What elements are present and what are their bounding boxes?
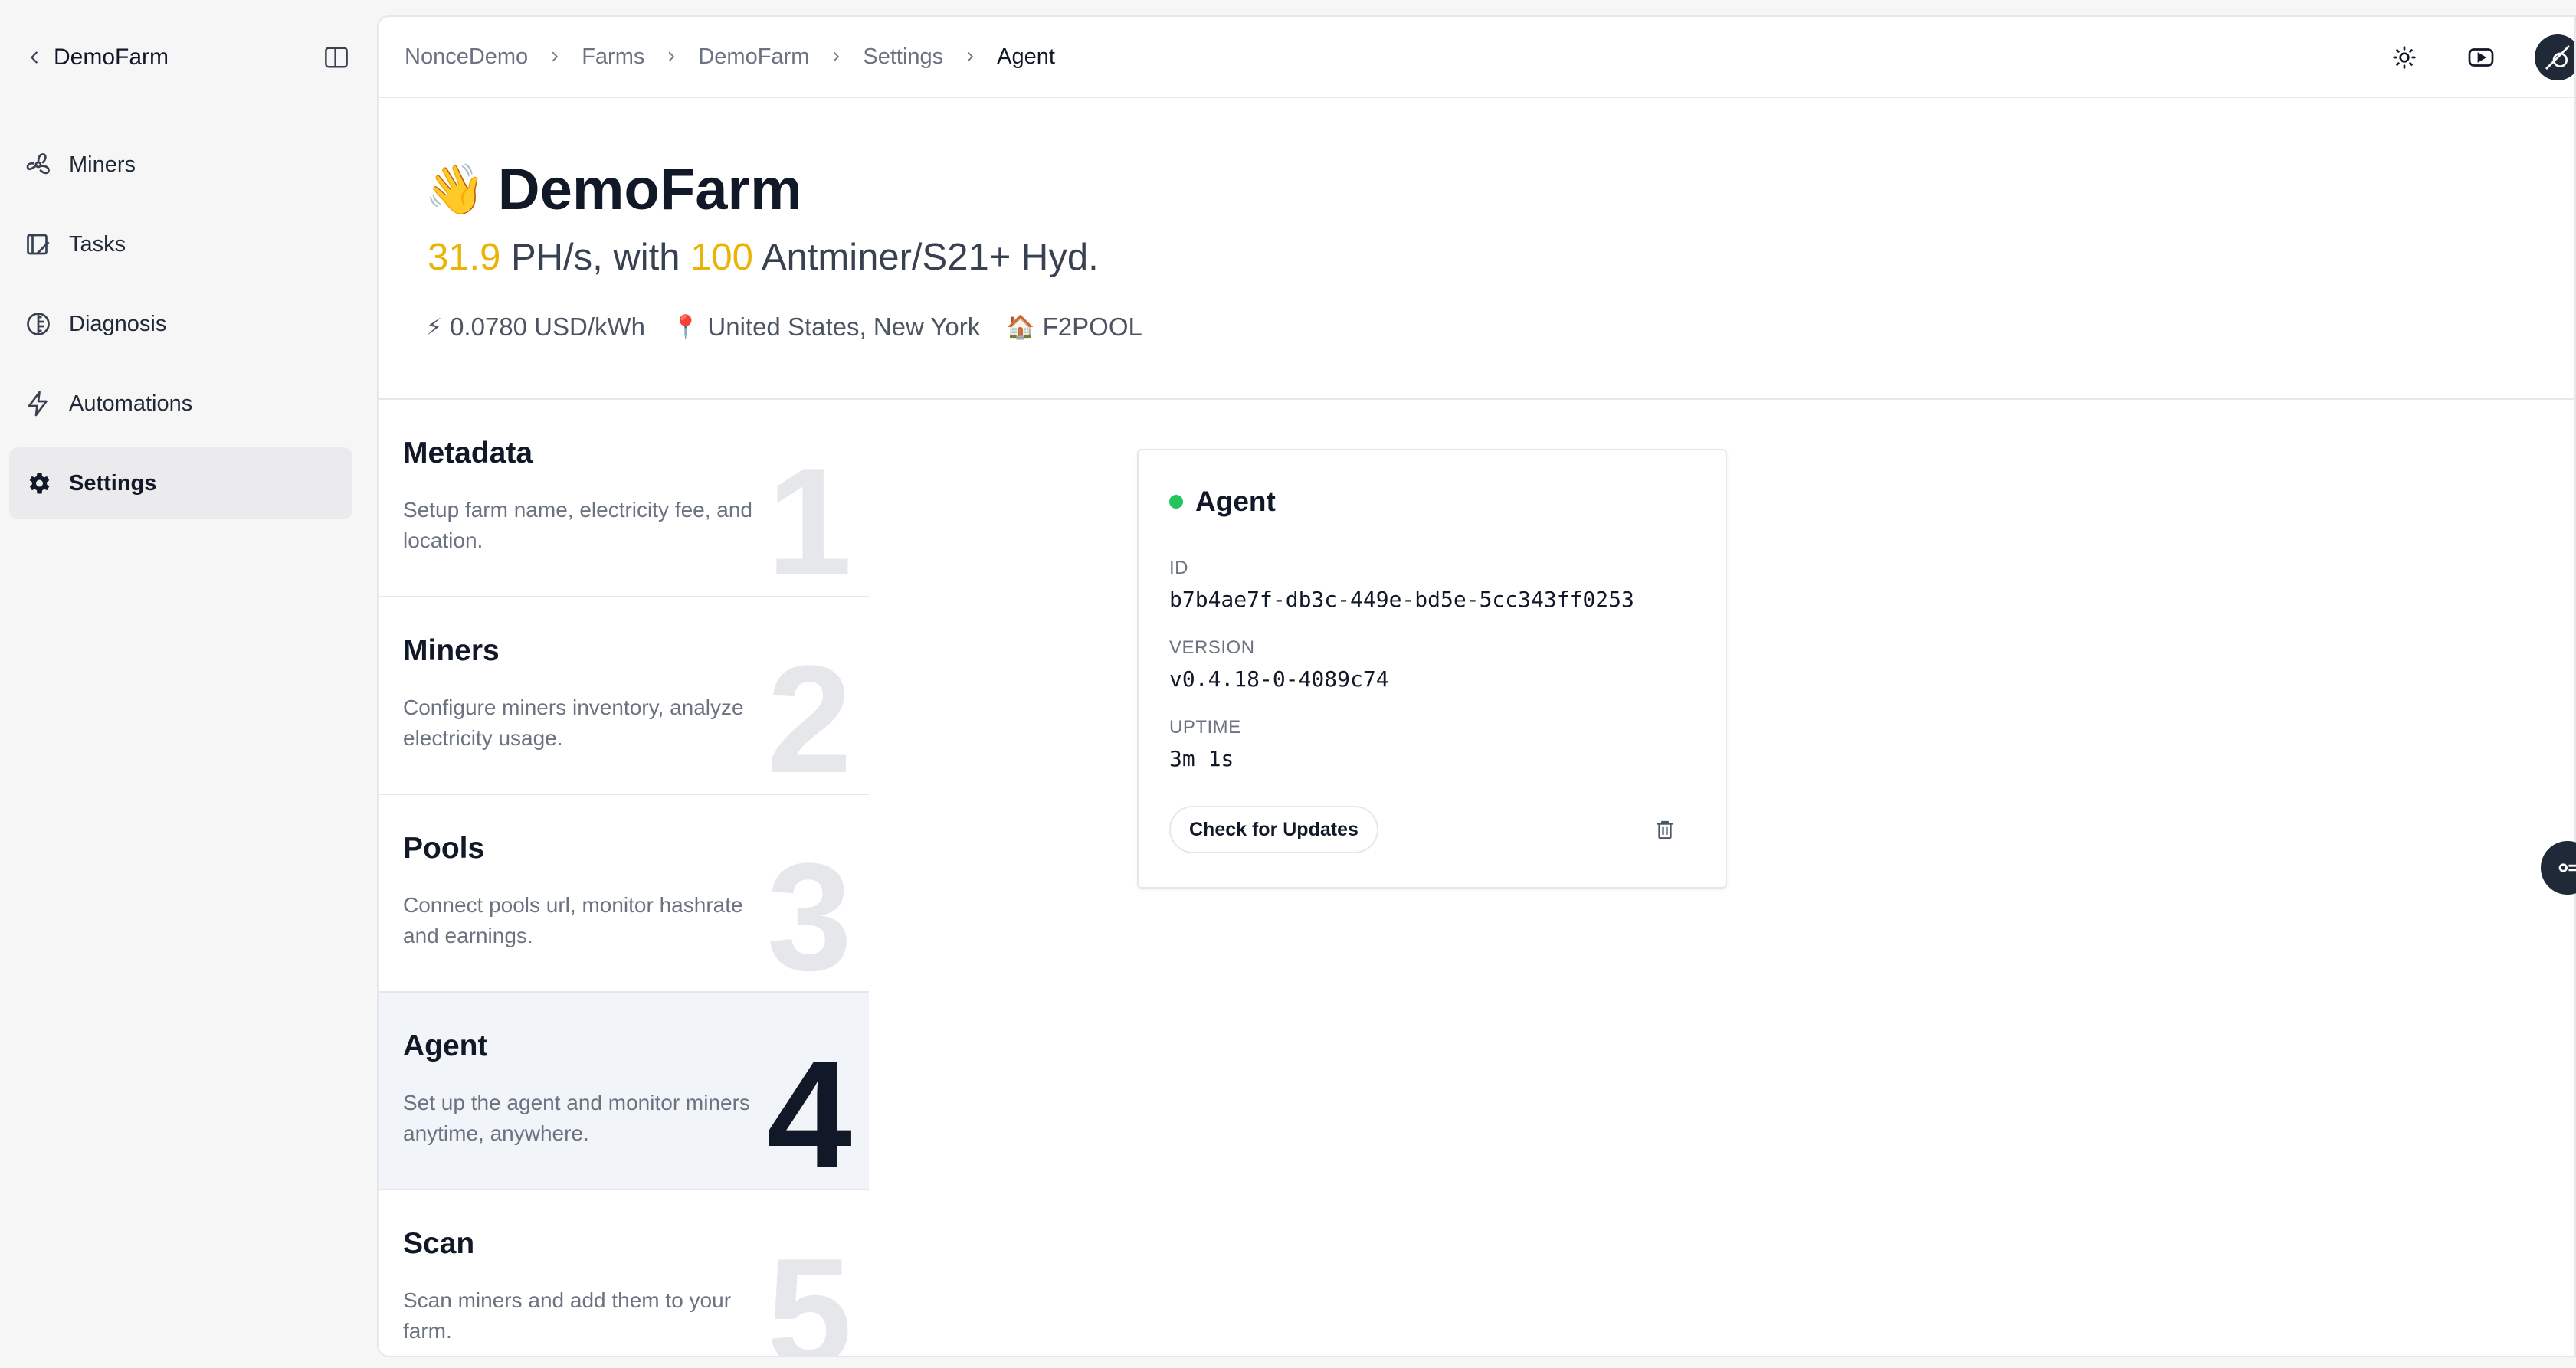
check-updates-button[interactable]: Check for Updates (1169, 806, 1378, 853)
breadcrumb-item[interactable]: DemoFarm (698, 44, 809, 70)
step-number: 4 (766, 1029, 852, 1190)
farm-location: 📍 United States, New York (671, 313, 980, 342)
hashrate-unit: PH/s, with (500, 237, 691, 278)
sidebar-item-miners[interactable]: Miners (9, 129, 352, 201)
miner-count: 100 (690, 237, 753, 278)
step-title: Miners (403, 634, 500, 667)
topbar: NonceDemo Farms DemoFarm Settings Agent (379, 17, 2574, 98)
status-dot-icon (1169, 495, 1183, 509)
farm-name: DemoFarm (54, 44, 169, 70)
miner-model: Antminer/S21+ Hyd. (752, 237, 1099, 278)
sidebar-item-settings[interactable]: Settings (9, 447, 352, 519)
electricity-price: ⚡ 0.0780 USD/kWh (426, 313, 645, 342)
step-description: Connect pools url, monitor hashrate and … (403, 893, 743, 947)
electricity-price-value: 0.0780 USD/kWh (450, 313, 646, 341)
chevron-left-icon[interactable] (15, 37, 54, 78)
sidebar-toggle-icon[interactable] (320, 43, 352, 72)
sidebar-item-label: Diagnosis (69, 311, 167, 336)
sidebar-item-diagnosis[interactable]: Diagnosis (9, 288, 352, 360)
farm-meta: ⚡ 0.0780 USD/kWh 📍 United States, New Yo… (426, 313, 1168, 342)
agent-id-label: ID (1169, 558, 1188, 578)
main-panel: NonceDemo Farms DemoFarm Settings Agent … (377, 15, 2576, 1357)
youtube-icon[interactable] (2458, 34, 2504, 80)
house-icon: 🏠 (1006, 314, 1035, 340)
step-number: 1 (766, 437, 852, 597)
agent-uptime-label: UPTIME (1169, 717, 1241, 738)
breadcrumb-item[interactable]: Farms (582, 44, 644, 70)
farm-location-value: United States, New York (707, 313, 981, 341)
sidebar-item-tasks[interactable]: Tasks (9, 208, 352, 280)
step-description: Setup farm name, electricity fee, and lo… (403, 498, 752, 552)
agent-version-value: v0.4.18-0-4089c74 (1169, 666, 1389, 692)
agent-id-value: b7b4ae7f-db3c-449e-bd5e-5cc343ff0253 (1169, 587, 1634, 612)
farm-summary: 👋 DemoFarm 31.9 PH/s, with 100 Antminer/… (379, 98, 2574, 400)
fan-icon (23, 149, 54, 180)
step-pools[interactable]: Pools Connect pools url, monitor hashrat… (379, 795, 869, 993)
hashrate-value: 31.9 (428, 237, 501, 278)
step-title: Metadata (403, 437, 533, 470)
chevron-right-icon (548, 50, 562, 64)
agent-card: Agent ID b7b4ae7f-db3c-449e-bd5e-5cc343f… (1137, 449, 1727, 889)
trash-icon[interactable] (1644, 809, 1686, 850)
avatar[interactable] (2535, 34, 2574, 80)
chevron-right-icon (664, 50, 678, 64)
farm-stats: 31.9 PH/s, with 100 Antminer/S21+ Hyd. (428, 236, 1099, 279)
chevron-right-icon (829, 50, 843, 64)
farm-title: DemoFarm (497, 157, 802, 222)
breadcrumb-current: Agent (997, 44, 1055, 69)
half-circle-icon (23, 309, 54, 339)
step-description: Set up the agent and monitor miners anyt… (403, 1091, 750, 1145)
step-metadata[interactable]: Metadata Setup farm name, electricity fe… (379, 400, 869, 597)
sidebar-nav: Miners Tasks Diagnosis Automations Setti… (9, 129, 352, 527)
step-number: 5 (766, 1227, 852, 1357)
agent-uptime-value: 3m 1s (1169, 746, 1234, 771)
breadcrumb-item[interactable]: NonceDemo (405, 44, 528, 70)
wave-icon: 👋 (424, 162, 486, 217)
step-title: Pools (403, 832, 485, 865)
sidebar-item-label: Tasks (69, 231, 126, 257)
pin-icon: 📍 (671, 314, 700, 340)
sidebar-header: DemoFarm (15, 37, 352, 78)
chevron-right-icon (963, 50, 977, 64)
step-description: Scan miners and add them to your farm. (403, 1288, 732, 1343)
page-title: 👋 DemoFarm (424, 156, 802, 223)
sidebar-item-automations[interactable]: Automations (9, 368, 352, 440)
farm-pool-value: F2POOL (1042, 313, 1142, 341)
sidebar-item-label: Settings (69, 470, 157, 496)
lightning-emoji-icon: ⚡ (426, 314, 443, 340)
settings-steps: Metadata Setup farm name, electricity fe… (379, 400, 869, 1357)
step-description: Configure miners inventory, analyze elec… (403, 695, 744, 750)
clipboard-icon (23, 229, 54, 260)
sidebar-item-label: Miners (69, 152, 136, 177)
step-number: 3 (766, 832, 852, 993)
step-miners[interactable]: Miners Configure miners inventory, analy… (379, 597, 869, 795)
agent-card-header: Agent (1169, 486, 1276, 518)
breadcrumb-item[interactable]: Settings (863, 44, 943, 70)
topbar-actions (2351, 17, 2574, 98)
step-number: 2 (766, 634, 852, 795)
sidebar-item-label: Automations (69, 391, 193, 416)
gear-icon (23, 468, 54, 499)
step-title: Scan (403, 1227, 475, 1260)
step-title: Agent (403, 1029, 488, 1062)
step-agent[interactable]: Agent Set up the agent and monitor miner… (379, 993, 869, 1190)
lightning-icon (23, 388, 54, 419)
breadcrumb: NonceDemo Farms DemoFarm Settings Agent (405, 44, 1055, 70)
farm-pool: 🏠 F2POOL (1006, 313, 1142, 342)
agent-card-title: Agent (1195, 486, 1276, 517)
sidebar: DemoFarm Miners Tasks Diagnosis Automati… (0, 0, 377, 1368)
step-scan[interactable]: Scan Scan miners and add them to your fa… (379, 1190, 869, 1357)
agent-version-label: VERSION (1169, 637, 1255, 658)
sun-icon[interactable] (2381, 34, 2427, 80)
